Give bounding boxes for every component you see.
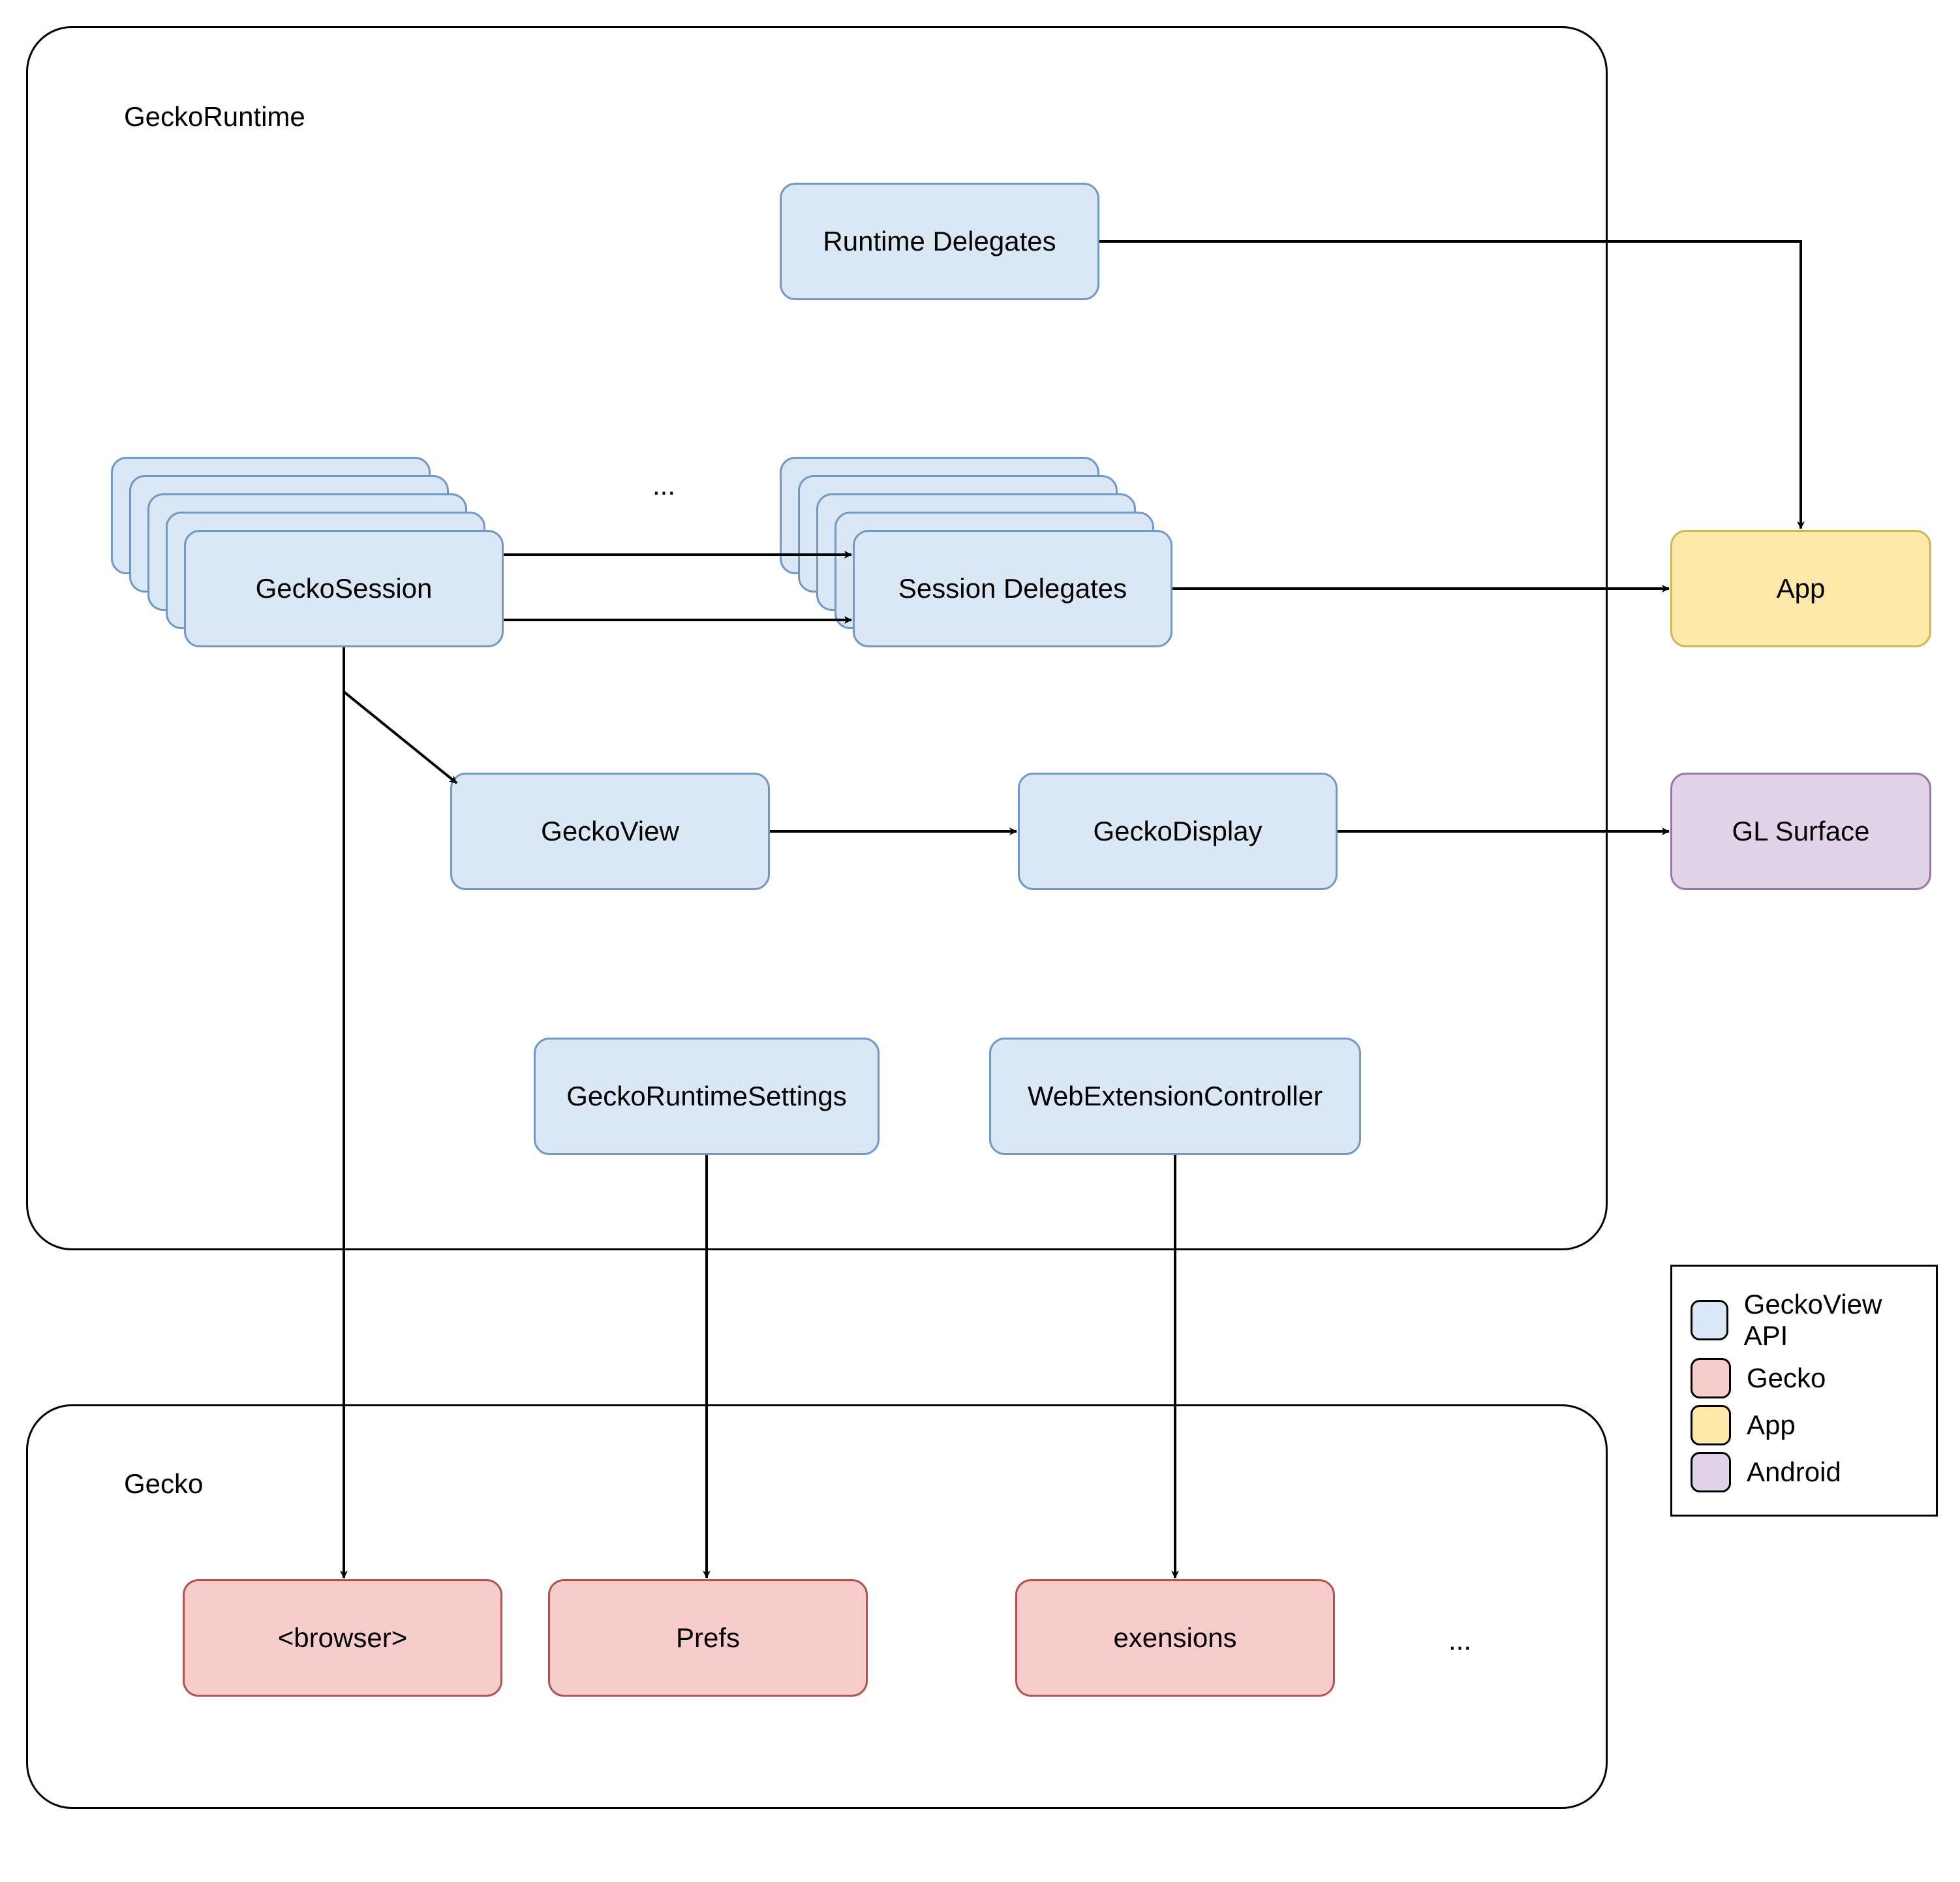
legend-geckoview-api: GeckoView API (1691, 1289, 1918, 1351)
legend-geckoview-api-label: GeckoView API (1744, 1289, 1918, 1351)
extensions-label: exensions (1113, 1622, 1236, 1654)
legend-app-label: App (1747, 1410, 1796, 1441)
legend-gecko: Gecko (1691, 1358, 1918, 1398)
geckosession-label: GeckoSession (256, 573, 433, 604)
glsurface-label: GL Surface (1732, 816, 1870, 847)
legend-gecko-label: Gecko (1747, 1363, 1826, 1394)
geckoview-label: GeckoView (541, 816, 679, 847)
prefs-node: Prefs (548, 1579, 868, 1697)
legend-box: GeckoView API Gecko App Android (1670, 1265, 1938, 1517)
glsurface-node: GL Surface (1670, 773, 1931, 890)
session-delegates-node: Session Delegates (853, 530, 1172, 647)
geckodisplay-label: GeckoDisplay (1093, 816, 1262, 847)
legend-swatch-blue (1691, 1300, 1728, 1340)
sessions-ellipsis: ... (652, 470, 675, 501)
legend-app: App (1691, 1405, 1918, 1445)
app-label: App (1777, 573, 1826, 604)
geckoruntimesettings-label: GeckoRuntimeSettings (566, 1081, 847, 1112)
webextensioncontroller-label: WebExtensionController (1028, 1081, 1323, 1112)
legend-android: Android (1691, 1452, 1918, 1492)
webextensioncontroller-node: WebExtensionController (989, 1038, 1361, 1155)
geckosession-node: GeckoSession (184, 530, 504, 647)
geckodisplay-node: GeckoDisplay (1018, 773, 1338, 890)
browser-node: <browser> (183, 1579, 502, 1697)
browser-label: <browser> (278, 1622, 407, 1654)
geckoruntimesettings-node: GeckoRuntimeSettings (534, 1038, 880, 1155)
extensions-node: exensions (1015, 1579, 1335, 1697)
runtime-delegates-label: Runtime Delegates (823, 226, 1056, 257)
diagram-canvas: GeckoRuntime Gecko Runtime Delegates Gec… (0, 0, 1960, 1882)
session-delegates-label: Session Delegates (898, 573, 1127, 604)
legend-swatch-yellow (1691, 1405, 1731, 1445)
gecko-ellipsis: ... (1448, 1625, 1471, 1656)
legend-android-label: Android (1747, 1457, 1841, 1488)
runtime-delegates-node: Runtime Delegates (780, 183, 1099, 300)
geckoruntime-title: GeckoRuntime (124, 101, 305, 132)
legend-swatch-red (1691, 1358, 1731, 1398)
gecko-title: Gecko (124, 1468, 203, 1500)
geckoview-node: GeckoView (450, 773, 770, 890)
prefs-label: Prefs (676, 1622, 740, 1654)
app-node: App (1670, 530, 1931, 647)
legend-swatch-purple (1691, 1452, 1731, 1492)
